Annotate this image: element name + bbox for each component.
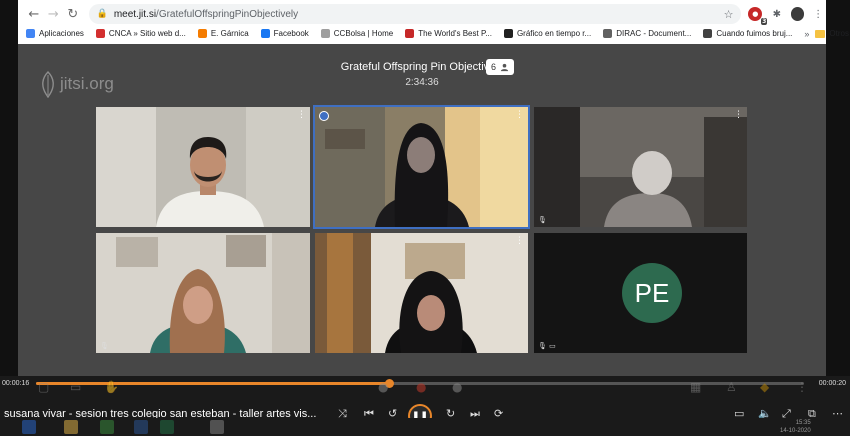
forward-button[interactable]: → xyxy=(44,4,64,24)
video-tile[interactable]: ⋮ 🎙 xyxy=(534,107,747,227)
participant-video xyxy=(96,107,310,227)
bookmark-item[interactable]: DIRAC - Document... xyxy=(603,29,691,38)
address-row: ← → ↻ 🔒 meet.jit.si/GratefulOffspringPin… xyxy=(18,2,826,26)
browser-menu-icon[interactable]: ⋮ xyxy=(810,6,826,22)
extensions-puzzle-icon[interactable]: ✱ xyxy=(769,6,785,22)
tile-menu-icon[interactable]: ⋮ xyxy=(515,236,524,246)
tile-view-icon[interactable]: ▦ xyxy=(690,380,701,394)
bookmark-label: E. Gárnica xyxy=(210,29,249,38)
more-options-icon[interactable]: ⋮ xyxy=(796,380,808,394)
video-tile[interactable]: ⋮ xyxy=(96,107,310,227)
bookmark-favicon-icon xyxy=(26,29,35,38)
bookmark-item[interactable]: The World's Best P... xyxy=(405,29,492,38)
folder-icon xyxy=(815,29,826,38)
excel-icon[interactable] xyxy=(160,420,174,434)
bookmark-label: CNCA » Sitio web d... xyxy=(108,29,186,38)
clock-time: 15:35 xyxy=(795,420,811,426)
url-path: /GratefulOffspringPinObjectively xyxy=(156,8,299,20)
mute-mic-icon[interactable]: ● xyxy=(378,380,388,394)
bookmark-label: CCBolsa | Home xyxy=(333,29,394,38)
chrome-icon[interactable] xyxy=(100,420,114,434)
url-text: meet.jit.si/GratefulOffspringPinObjectiv… xyxy=(114,9,298,20)
security-shield-icon[interactable]: ◆ xyxy=(760,380,769,394)
bookmark-item[interactable]: E. Gárnica xyxy=(197,29,249,38)
bookmark-favicon-icon xyxy=(95,29,105,38)
video-tile-active-speaker[interactable]: ⋮ xyxy=(313,105,530,229)
adblock-extension-icon: ● 3 xyxy=(748,7,768,25)
bookmark-item[interactable]: Cuando fuimos bruj... xyxy=(703,29,792,38)
bookmark-favicon-icon xyxy=(320,29,330,38)
bookmark-label: Cuando fuimos bruj... xyxy=(716,29,793,38)
bookmark-label: Gráfico en tiempo r... xyxy=(516,29,592,38)
bookmark-item[interactable]: Aplicaciones xyxy=(26,29,84,38)
tile-menu-icon[interactable]: ⋮ xyxy=(515,110,524,120)
participant-video xyxy=(534,107,747,227)
video-tile-no-video[interactable]: PE 🎙 ▭ xyxy=(534,233,747,353)
raise-hand-icon[interactable]: ✋ xyxy=(104,380,119,394)
total-time: 00:00:20 xyxy=(818,380,846,387)
muted-mic-icon: 🎙 xyxy=(538,216,547,224)
bookmark-label: DIRAC - Document... xyxy=(616,29,692,38)
start-icon[interactable] xyxy=(22,420,36,434)
bookmarks-bar: Aplicaciones CNCA » Sitio web d... E. Gárn… xyxy=(18,25,850,42)
reload-button[interactable]: ↻ xyxy=(63,4,83,24)
participant-count: 6 xyxy=(490,62,496,72)
bookmark-favicon-icon xyxy=(405,29,415,38)
bookmark-item[interactable]: CCBolsa | Home xyxy=(320,29,394,38)
bookmark-item[interactable]: Gráfico en tiempo r... xyxy=(503,29,592,38)
bookmark-favicon-icon xyxy=(260,29,270,38)
invite-people-icon[interactable]: ♙ xyxy=(726,380,737,394)
dominant-speaker-icon xyxy=(319,111,329,121)
tile-menu-icon[interactable]: ⋮ xyxy=(297,110,306,120)
seek-bar-progress xyxy=(36,382,390,385)
bookmark-item[interactable]: Facebook xyxy=(260,29,309,38)
participant-count-button[interactable]: 6 xyxy=(486,59,514,75)
clock-date: 14-10-2020 xyxy=(780,428,811,434)
bookmark-label: Aplicaciones xyxy=(39,29,84,38)
chat-icon[interactable]: ▢ xyxy=(38,380,49,394)
bookmark-favicon-icon xyxy=(197,29,207,38)
url-host: meet.jit.si xyxy=(113,8,157,20)
lock-icon: 🔒 xyxy=(96,9,108,19)
bookmark-item[interactable]: CNCA » Sitio web d... xyxy=(95,29,186,38)
taskbar-clock: 15:35 14-10-2020 xyxy=(780,419,811,435)
meeting-title: Grateful Offspring Pin Objectively xyxy=(340,61,504,73)
other-bookmarks-label: Otros favoritos xyxy=(829,29,850,38)
extension-badge-count: 3 xyxy=(761,18,768,25)
profile-avatar[interactable] xyxy=(790,7,805,21)
bookmark-favicon-icon xyxy=(603,29,613,38)
app-icon[interactable] xyxy=(210,420,224,434)
participants-icon xyxy=(500,63,509,71)
bookmark-favicon-icon xyxy=(703,29,713,38)
taskbar: 15:35 14-10-2020 xyxy=(0,418,850,436)
participant-video xyxy=(315,107,528,227)
extension-button[interactable]: ● 3 xyxy=(747,6,768,25)
video-tile[interactable]: 🎙 xyxy=(96,233,310,353)
camera-icon[interactable]: ● xyxy=(452,380,462,394)
back-button[interactable]: ← xyxy=(24,4,44,24)
word-icon[interactable] xyxy=(134,420,148,434)
current-time: 00:00:16 xyxy=(2,380,30,387)
screen-share-icon[interactable]: ▭ xyxy=(70,380,81,394)
bookmark-label: The World's Best P... xyxy=(418,29,492,38)
file-explorer-icon[interactable] xyxy=(64,420,78,434)
meeting-duration: 2:34:36 xyxy=(405,77,439,88)
hangup-icon[interactable]: ● xyxy=(416,380,426,394)
participant-video xyxy=(96,233,310,353)
address-bar[interactable]: 🔒 meet.jit.si/GratefulOffspringPinObject… xyxy=(88,4,742,24)
meeting-stage: jitsi.org Grateful Offspring Pin Objecti… xyxy=(18,44,826,376)
other-bookmarks-folder[interactable]: Otros favoritos xyxy=(815,29,850,38)
bookmark-star-icon[interactable]: ☆ xyxy=(724,8,734,21)
video-tile[interactable]: ⋮ xyxy=(315,233,528,353)
muted-mic-icon: 🎙 xyxy=(100,342,109,350)
participant-avatar: PE xyxy=(622,263,682,323)
screen: ← → ↻ 🔒 meet.jit.si/GratefulOffspringPin… xyxy=(0,0,850,436)
bookmark-label: Facebook xyxy=(273,29,309,38)
muted-mic-icon: 🎙 ▭ xyxy=(538,342,556,350)
bookmarks-overflow-button[interactable]: » xyxy=(804,29,809,39)
bookmark-favicon-icon xyxy=(503,29,513,38)
browser-window: ← → ↻ 🔒 meet.jit.si/GratefulOffspringPin… xyxy=(18,0,850,44)
tile-menu-icon[interactable]: ⋮ xyxy=(734,110,743,120)
participant-video xyxy=(315,233,528,353)
